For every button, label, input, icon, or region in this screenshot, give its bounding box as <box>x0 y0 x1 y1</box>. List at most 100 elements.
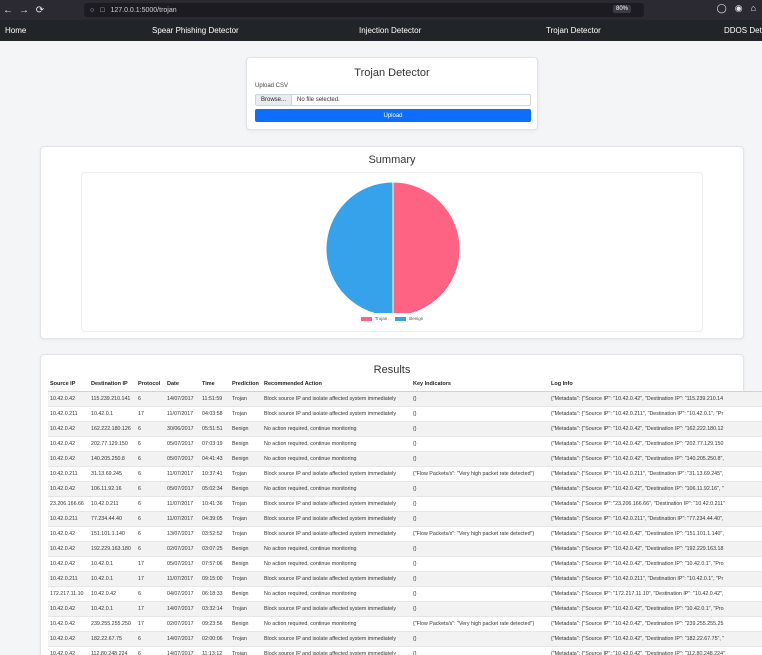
legend-item-benign[interactable]: Benign <box>395 316 423 321</box>
table-cell: 31.13.69.245 <box>89 465 136 481</box>
table-cell: 17 <box>136 405 165 421</box>
file-status: No file selected. <box>297 97 340 103</box>
address-bar[interactable]: ○ □ 127.0.0.1:5000/trojan <box>84 3 644 17</box>
table-row: 10.42.0.42 106.11.92.16 6 05/07/2017 05:02:3… <box>48 480 762 496</box>
table-cell: 03:07:25 <box>200 540 230 556</box>
table-cell: {"Metadata": {"Source IP": "10.42.0.42",… <box>549 435 762 451</box>
table-cell: {} <box>411 450 549 466</box>
table-cell: Trojan <box>230 405 262 421</box>
table-cell: 17 <box>136 555 165 571</box>
column-header[interactable]: Destination IP <box>89 378 136 392</box>
nav-trojan[interactable]: Trojan Detector <box>546 26 601 35</box>
table-cell: 10.42.0.42 <box>48 645 89 655</box>
column-header[interactable]: Recommended Action <box>262 378 411 392</box>
column-header[interactable]: Log Info <box>549 378 762 392</box>
table-cell: 11/07/2017 <box>165 495 200 511</box>
table-cell: {} <box>411 540 549 556</box>
table-cell: {} <box>411 510 549 526</box>
table-cell: 112.80.248.224 <box>89 645 136 655</box>
legend-label-trojan: Trojan <box>374 316 388 321</box>
browse-button[interactable]: Browse... <box>256 95 293 105</box>
table-cell: {} <box>411 480 549 496</box>
column-header[interactable]: Source IP <box>48 378 89 392</box>
table-cell: 02:00:06 <box>200 630 230 646</box>
column-header[interactable]: Key Indicators <box>411 378 549 392</box>
page-icon: □ <box>100 6 105 14</box>
nav-spear-phishing[interactable]: Spear Phishing Detector <box>152 26 239 35</box>
legend-item-trojan[interactable]: Trojan <box>360 316 388 321</box>
legend-swatch-benign <box>395 316 407 321</box>
table-body: 10.42.0.42 115.239.210.141 6 14/07/2017 11:5… <box>48 390 762 655</box>
table-cell: 23.206.166.66 <box>48 495 89 511</box>
column-header[interactable]: Time <box>200 378 230 392</box>
table-cell: 09:15:00 <box>200 570 230 586</box>
table-cell: Benign <box>230 420 262 436</box>
column-header[interactable]: Prediction <box>230 378 262 392</box>
upload-title: Trojan Detector <box>354 67 430 79</box>
table-cell: 106.11.92.16 <box>89 480 136 496</box>
table-cell: {"Metadata": {"Source IP": "172.217.11.1… <box>549 585 762 601</box>
account-icon[interactable]: ◉ <box>735 3 743 14</box>
table-row: 10.42.0.42 182.22.67.75 6 14/07/2017 02:00:0… <box>48 630 762 646</box>
table-cell: Block source IP and isolate affected sys… <box>262 495 411 511</box>
table-cell: 03:52:52 <box>200 525 230 541</box>
table-cell: {"Metadata": {"Source IP": "10.42.0.211"… <box>549 510 762 526</box>
column-header[interactable]: Protocol <box>136 378 165 392</box>
pie-slice-benign[interactable] <box>325 181 394 317</box>
pocket-icon[interactable]: ◯ <box>717 3 727 14</box>
table-cell: 202.77.129.150 <box>89 435 136 451</box>
table-cell: {} <box>411 405 549 421</box>
nav-injection[interactable]: Injection Detector <box>359 26 421 35</box>
table-row: 10.42.0.42 192.229.163.180 6 02/07/2017 03:0… <box>48 540 762 556</box>
table-cell: Trojan <box>230 525 262 541</box>
table-cell: 10.42.0.42 <box>89 585 136 601</box>
table-cell: 09:23:56 <box>200 615 230 631</box>
table-cell: Benign <box>230 480 262 496</box>
table-cell: 13/07/2017 <box>165 525 200 541</box>
table-cell: 05:51:51 <box>200 420 230 436</box>
browser-toolbar: ← → ⟳ ○ □ 127.0.0.1:5000/trojan 80% ◯ ◉ … <box>0 0 762 20</box>
table-cell: 10.42.0.42 <box>48 450 89 466</box>
forward-icon[interactable]: → <box>16 5 32 16</box>
table-row: 10.42.0.42 239.255.255.250 17 02/07/2017 09:… <box>48 615 762 631</box>
nav-ddos[interactable]: DDOS Detec <box>724 26 762 35</box>
table-cell: {"Metadata": {"Source IP": "10.42.0.42",… <box>549 555 762 571</box>
pie-slice-trojan[interactable] <box>392 181 461 317</box>
upload-button[interactable]: Upload <box>255 109 531 122</box>
table-row: 10.42.0.42 151.101.1.140 6 13/07/2017 03:52:… <box>48 525 762 541</box>
table-cell: 10.42.0.1 <box>89 600 136 616</box>
table-cell: Trojan <box>230 465 262 481</box>
table-cell: No action required, continue monitoring <box>262 435 411 451</box>
table-cell: Block source IP and isolate affected sys… <box>262 630 411 646</box>
table-cell: Block source IP and isolate affected sys… <box>262 465 411 481</box>
table-cell: Benign <box>230 540 262 556</box>
table-cell: {} <box>411 630 549 646</box>
table-cell: 17 <box>136 570 165 586</box>
column-header[interactable]: Date <box>165 378 200 392</box>
table-cell: 10:41:36 <box>200 495 230 511</box>
reload-icon[interactable]: ⟳ <box>32 5 48 16</box>
table-row: 10.42.0.42 10.42.0.1 17 14/07/2017 03:32:14 T… <box>48 600 762 616</box>
table-cell: {} <box>411 570 549 586</box>
extensions-icon[interactable]: ⌂ <box>751 3 756 14</box>
table-cell: 10.42.0.42 <box>48 615 89 631</box>
table-cell: 06:18:33 <box>200 585 230 601</box>
table-cell: 6 <box>136 390 165 406</box>
table-cell: 11:51:59 <box>200 390 230 406</box>
zoom-badge[interactable]: 80% <box>613 5 632 13</box>
summary-title: Summary <box>368 154 416 166</box>
table-cell: Block source IP and isolate affected sys… <box>262 525 411 541</box>
file-input[interactable]: Browse... No file selected. <box>255 94 531 106</box>
table-cell: {} <box>411 420 549 436</box>
back-icon[interactable]: ← <box>0 5 16 16</box>
table-cell: 6 <box>136 420 165 436</box>
table-row: 10.42.0.211 77.234.44.40 6 11/07/2017 04:39:… <box>48 510 762 526</box>
upload-card: Trojan Detector Upload CSV Browse... No … <box>246 57 538 130</box>
table-cell: 04:41:43 <box>200 450 230 466</box>
table-row: 10.42.0.42 10.42.0.1 17 05/07/2017 07:57:06 B… <box>48 555 762 571</box>
nav-home[interactable]: Home <box>5 26 26 35</box>
table-cell: 6 <box>136 450 165 466</box>
table-cell: 10.42.0.42 <box>48 525 89 541</box>
table-cell: {"Metadata": {"Source IP": "10.42.0.42",… <box>549 645 762 655</box>
table-cell: Trojan <box>230 510 262 526</box>
